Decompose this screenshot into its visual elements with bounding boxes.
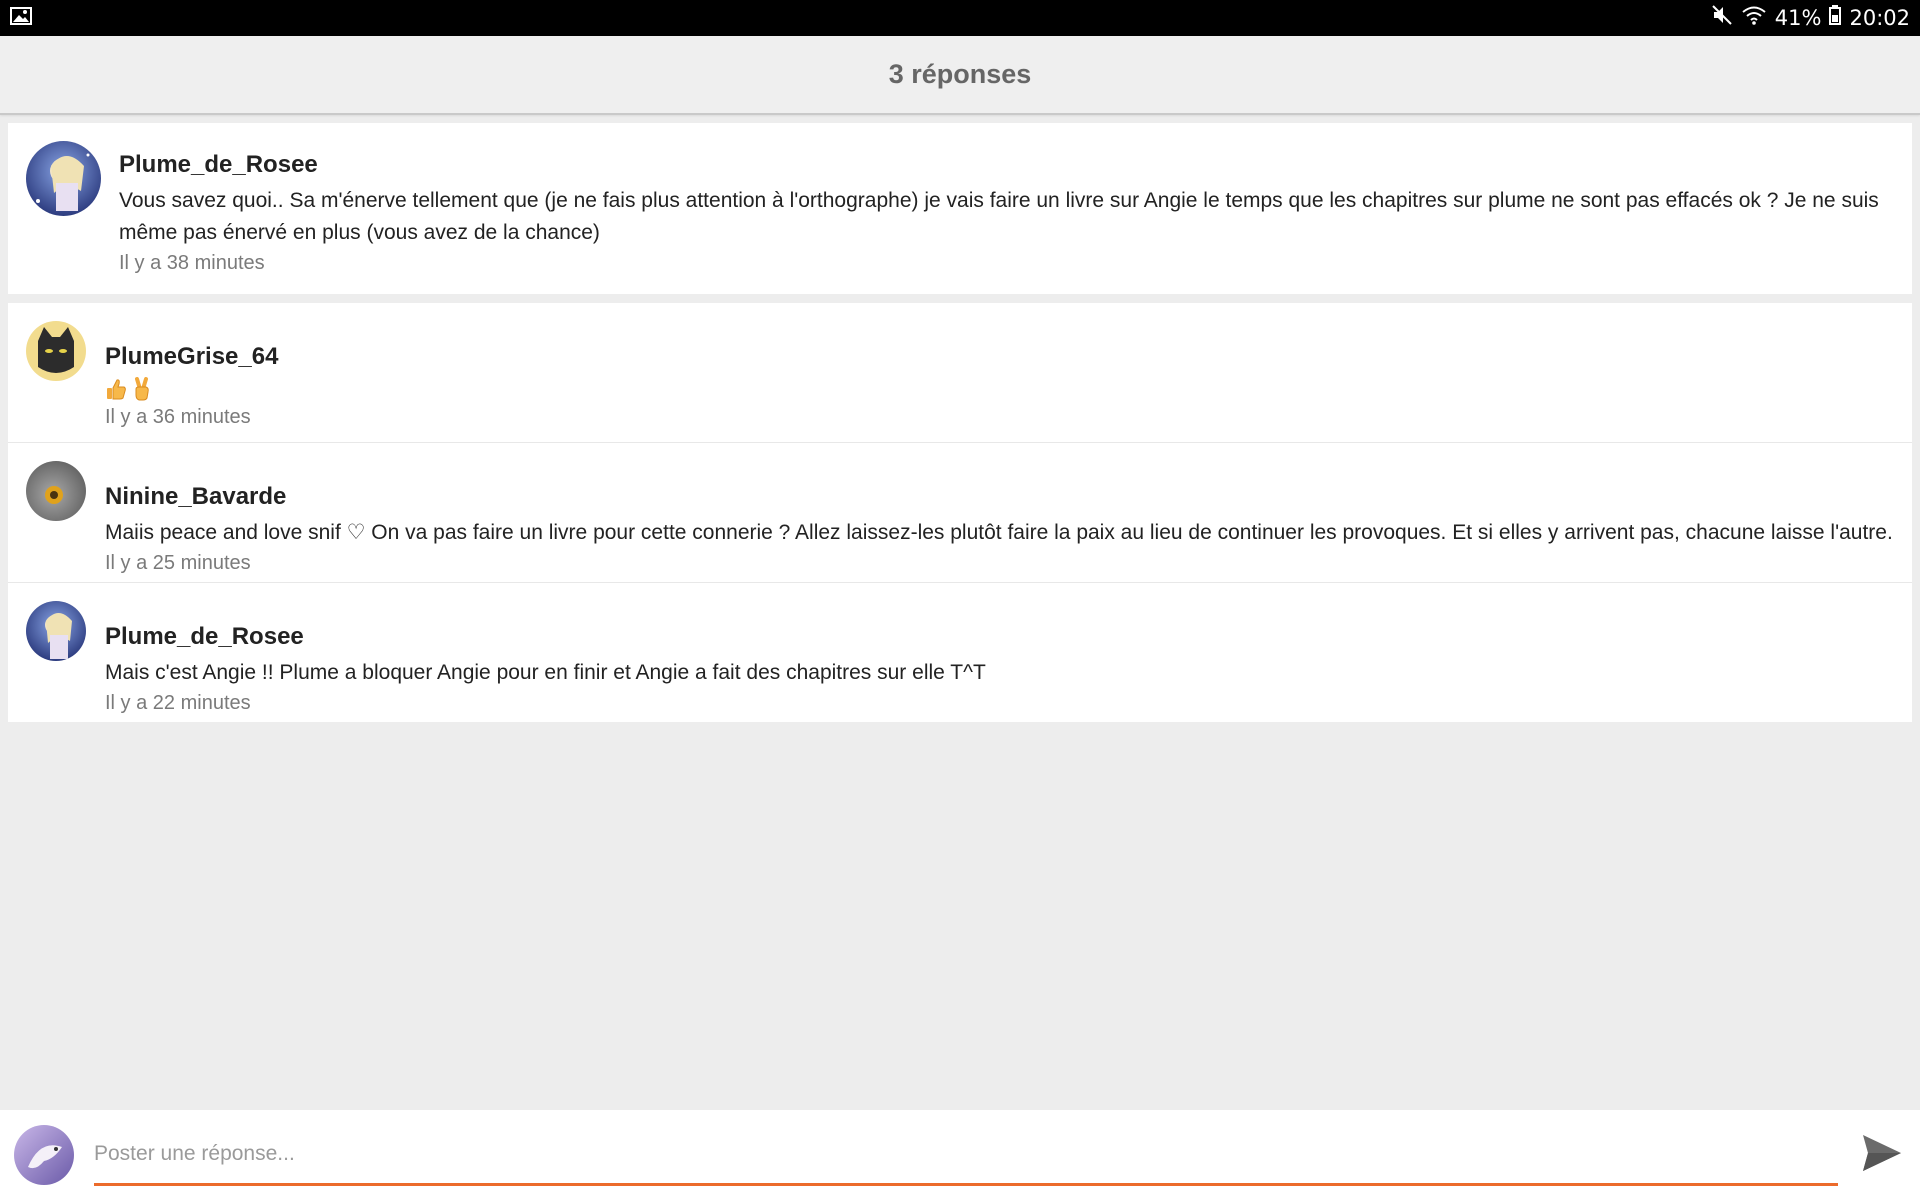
thread-header: 3 réponses — [0, 36, 1920, 115]
reply-composer — [0, 1110, 1920, 1200]
comment-author[interactable]: PlumeGrise_64 — [105, 342, 1905, 372]
comment-timestamp: Il y a 38 minutes — [119, 252, 265, 274]
comment-author[interactable]: Plume_de_Rosee — [119, 150, 1899, 180]
comment-timestamp: Il y a 25 minutes — [105, 552, 251, 574]
wifi-icon — [1741, 5, 1767, 31]
user-avatar — [14, 1125, 74, 1185]
avatar[interactable] — [26, 601, 86, 661]
avatar[interactable] — [26, 461, 86, 521]
comment-text: Maiis peace and love snif ♡ On va pas fa… — [105, 521, 1893, 544]
emoji-row — [105, 376, 1905, 406]
battery-icon — [1829, 5, 1842, 31]
send-button[interactable] — [1858, 1131, 1906, 1179]
page-title: 3 réponses — [888, 59, 1032, 89]
battery-percent: 41% — [1774, 6, 1822, 30]
image-icon — [10, 6, 32, 31]
reply-item[interactable]: PlumeGrise_64 Il y a 36 minutes — [8, 303, 1912, 443]
status-bar: 41% 20:02 — [0, 0, 1920, 36]
avatar[interactable] — [26, 321, 86, 381]
root-comment-card: Plume_de_Rosee Vous savez quoi.. Sa m'én… — [8, 123, 1912, 294]
send-icon — [1861, 1133, 1903, 1178]
comment-timestamp: Il y a 36 minutes — [105, 406, 251, 428]
comment-timestamp: Il y a 22 minutes — [105, 692, 251, 714]
clock: 20:02 — [1849, 6, 1910, 30]
thumbs-up-emoji — [105, 377, 127, 406]
comment-text: Mais c'est Angie !! Plume a bloquer Angi… — [105, 661, 986, 684]
reply-input-wrapper — [94, 1124, 1838, 1186]
reply-item[interactable]: Plume_de_Rosee Mais c'est Angie !! Plume… — [8, 583, 1912, 723]
comment-author[interactable]: Ninine_Bavarde — [105, 482, 1905, 512]
comment-text: Vous savez quoi.. Sa m'énerve tellement … — [119, 189, 1879, 244]
reply-item[interactable]: Ninine_Bavarde Maiis peace and love snif… — [8, 443, 1912, 583]
replies-card: PlumeGrise_64 Il y a 36 minutes Ninine_B… — [8, 303, 1912, 722]
avatar[interactable] — [26, 141, 101, 216]
victory-hand-emoji — [131, 376, 153, 406]
root-comment[interactable]: Plume_de_Rosee Vous savez quoi.. Sa m'én… — [8, 123, 1912, 277]
mute-icon — [1711, 4, 1733, 32]
comment-author[interactable]: Plume_de_Rosee — [105, 622, 1905, 652]
reply-input[interactable] — [94, 1141, 1838, 1166]
